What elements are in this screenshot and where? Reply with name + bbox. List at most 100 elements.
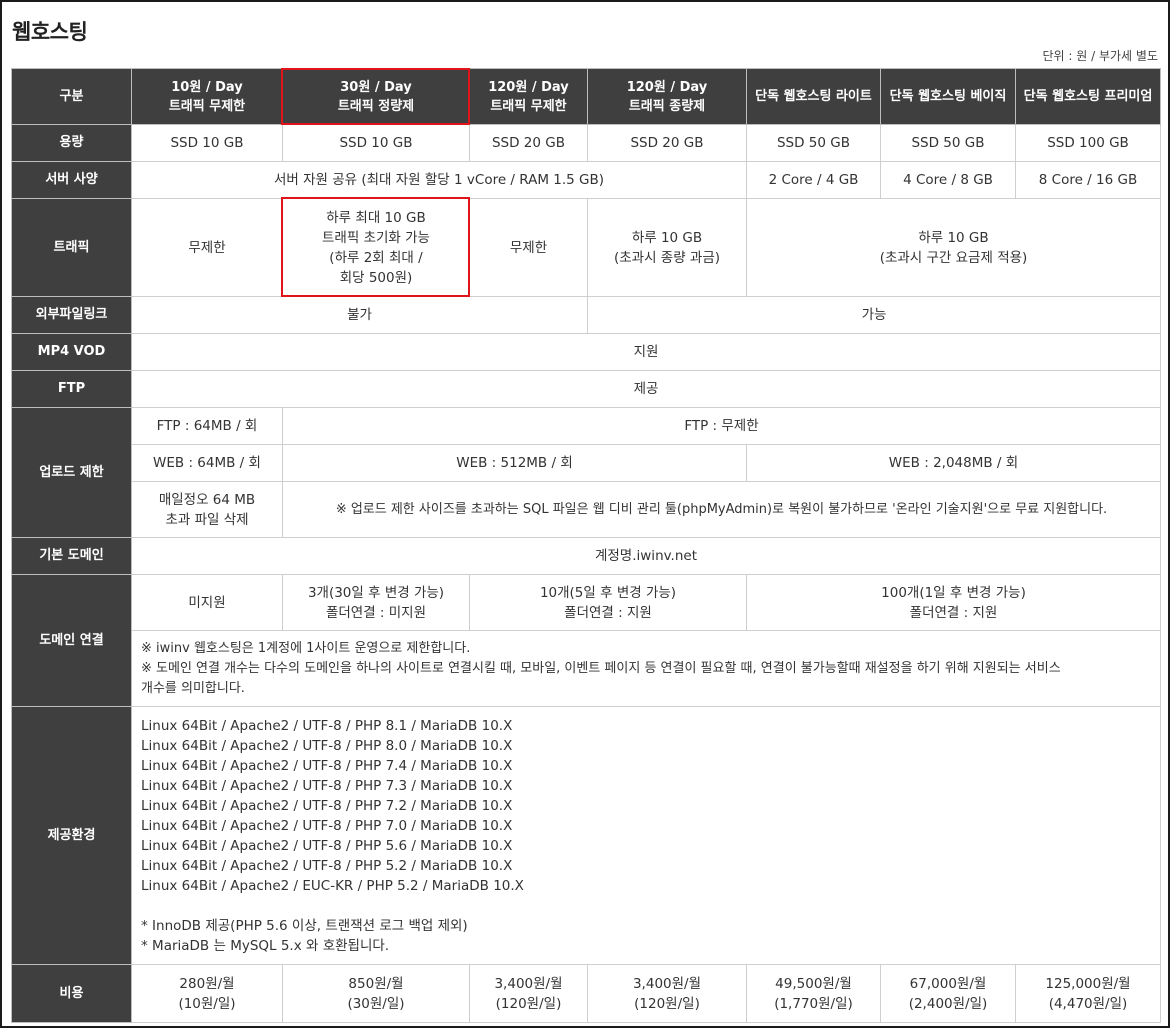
- cost-cell: 3,400원/월 (120원/일): [587, 964, 747, 1023]
- cost-cell: 850원/월 (30원/일): [282, 964, 470, 1023]
- server-lite-cell: 2 Core / 4 GB: [746, 161, 881, 199]
- domain-link-cell: 100개(1일 후 변경 가능) 폴더연결 : 지원: [746, 574, 1161, 631]
- upload-cell: FTP : 무제한: [282, 407, 1161, 445]
- cost-daily: (4,470원/일): [1048, 995, 1128, 1012]
- cost-daily: (120원/일): [634, 995, 700, 1012]
- env-note: * InnoDB 제공(PHP 5.6 이상, 트랜잭션 로그 백업 제외): [141, 917, 468, 934]
- row-label: 서버 사양: [11, 161, 132, 199]
- cost-cell: 49,500원/월 (1,770원/일): [746, 964, 881, 1023]
- domain-link-cell: 미지원: [131, 574, 283, 631]
- cost-cell: 125,000원/월 (4,470원/일): [1015, 964, 1161, 1023]
- row-label: FTP: [11, 370, 132, 408]
- plan-header-basic: 단독 웹호스팅 베이직: [880, 68, 1016, 125]
- traffic-cell-dedicated: 하루 10 GB (초과시 구간 요금제 적용): [746, 198, 1161, 297]
- mp4-cell: 지원: [131, 333, 1161, 371]
- domain-link-line: 폴더연결 : 지원: [564, 604, 652, 621]
- domain-notes-cell: ※ iwinv 웹호스팅은 1계정에 1사이트 운영으로 제한합니다. ※ 도메…: [131, 630, 1161, 707]
- plan-traffic: 트래픽 무제한: [490, 98, 567, 114]
- pricing-table: 구분 10원 / Day 트래픽 무제한 30원 / Day 트래픽 정량제 120…: [11, 68, 1161, 1023]
- cost-row: 비용 280원/월 (10원/일) 850원/월 (30원/일) 3,400원/월 (…: [11, 964, 1161, 1023]
- env-line: Linux 64Bit / Apache2 / UTF-8 / PHP 8.0 …: [141, 737, 513, 754]
- traffic-line: 회당 500원): [339, 269, 413, 286]
- row-label: 기본 도메인: [11, 537, 132, 575]
- upload-cell: FTP : 64MB / 회: [131, 407, 283, 445]
- ftp-cell: 제공: [131, 370, 1161, 408]
- env-spacer: [141, 896, 1156, 916]
- domain-link-line: 100개(1일 후 변경 가능): [881, 584, 1026, 601]
- traffic-cell-metered: 하루 10 GB (초과시 종량 과금): [587, 198, 747, 297]
- env-line: Linux 64Bit / Apache2 / UTF-8 / PHP 7.3 …: [141, 777, 513, 794]
- plan-header-1: 10원 / Day 트래픽 무제한: [131, 68, 283, 125]
- header-label: 구분: [11, 68, 132, 125]
- cost-monthly: 3,400원/월: [494, 975, 563, 992]
- server-row: 서버 사양 서버 자원 공유 (최대 자원 할당 1 vCore / RAM 1…: [11, 161, 1161, 199]
- server-premium-cell: 8 Core / 16 GB: [1015, 161, 1161, 199]
- upload-sql-note: ※ 업로드 제한 사이즈를 초과하는 SQL 파일은 웹 디비 관리 툴(php…: [282, 481, 1161, 538]
- plan-price: 10원 / Day: [171, 79, 243, 95]
- cost-daily: (1,770원/일): [774, 995, 853, 1012]
- upload-cell: WEB : 64MB / 회: [131, 444, 283, 482]
- upload-cell: WEB : 512MB / 회: [282, 444, 747, 482]
- row-label: 도메인 연결: [11, 574, 132, 707]
- row-label: 비용: [11, 964, 132, 1023]
- traffic-line: (초과시 구간 요금제 적용): [879, 249, 1028, 266]
- mp4-row: MP4 VOD 지원: [11, 333, 1161, 371]
- cost-monthly: 49,500원/월: [775, 975, 852, 992]
- env-line: Linux 64Bit / Apache2 / UTF-8 / PHP 7.0 …: [141, 817, 513, 834]
- upload-note-row: 매일정오 64 MB 초과 파일 삭제 ※ 업로드 제한 사이즈를 초과하는 S…: [12, 481, 1161, 538]
- domain-cell: 계정명.iwinv.net: [131, 537, 1161, 575]
- domain-row: 기본 도메인 계정명.iwinv.net: [11, 537, 1161, 575]
- row-label: 외부파일링크: [11, 296, 132, 334]
- plan-traffic: 트래픽 종량제: [628, 98, 706, 114]
- row-label: 트래픽: [11, 198, 132, 297]
- plan-traffic: 트래픽 무제한: [168, 98, 246, 114]
- external-link-row: 외부파일링크 불가 가능: [11, 296, 1161, 334]
- cost-monthly: 67,000원/월: [909, 975, 987, 992]
- cost-cell: 280원/월 (10원/일): [131, 964, 283, 1023]
- row-label: MP4 VOD: [11, 333, 132, 371]
- env-line: Linux 64Bit / Apache2 / UTF-8 / PHP 7.4 …: [141, 757, 513, 774]
- plan-header-premium: 단독 웹호스팅 프리미엄: [1015, 68, 1161, 125]
- cost-cell: 3,400원/월 (120원/일): [469, 964, 588, 1023]
- traffic-line: (하루 2회 최대 /: [329, 249, 423, 266]
- row-label: 업로드 제한: [11, 407, 132, 538]
- cost-daily: (10원/일): [178, 995, 236, 1012]
- server-basic-cell: 4 Core / 8 GB: [880, 161, 1016, 199]
- upload-line: 초과 파일 삭제: [165, 511, 249, 528]
- env-line: Linux 64Bit / Apache2 / EUC-KR / PHP 5.2…: [141, 877, 524, 894]
- upload-ftp-row: 업로드 제한 FTP : 64MB / 회 FTP : 무제한: [11, 407, 1161, 538]
- domain-link-row: 도메인 연결 미지원 3개(30일 후 변경 가능) 폴더연결 : 미지원 10…: [11, 574, 1161, 707]
- plan-price: 120원 / Day: [488, 79, 569, 95]
- env-line: Linux 64Bit / Apache2 / UTF-8 / PHP 5.6 …: [141, 837, 513, 854]
- env-line: Linux 64Bit / Apache2 / UTF-8 / PHP 8.1 …: [141, 717, 513, 734]
- traffic-line: 트래픽 초기화 가능: [322, 229, 430, 246]
- capacity-cell: SSD 100 GB: [1015, 124, 1161, 162]
- server-shared-cell: 서버 자원 공유 (최대 자원 할당 1 vCore / RAM 1.5 GB): [131, 161, 747, 199]
- domain-notes-row: ※ iwinv 웹호스팅은 1계정에 1사이트 운영으로 제한합니다. ※ 도메…: [12, 630, 1161, 707]
- cost-monthly: 850원/월: [348, 975, 404, 992]
- domain-note: 개수를 의미합니다.: [141, 680, 245, 696]
- capacity-cell: SSD 50 GB: [880, 124, 1016, 162]
- unit-note: 단위 : 원 / 부가세 별도: [1042, 49, 1158, 63]
- upload-line: 매일정오 64 MB: [158, 491, 256, 508]
- traffic-line: (초과시 종량 과금): [613, 249, 721, 266]
- env-note: * MariaDB 는 MySQL 5.x 와 호환됩니다.: [141, 937, 390, 954]
- env-line: Linux 64Bit / Apache2 / UTF-8 / PHP 5.2 …: [141, 857, 513, 874]
- plan-traffic: 트래픽 정량제: [337, 98, 415, 114]
- plan-price: 30원 / Day: [340, 79, 412, 95]
- header-row: 구분 10원 / Day 트래픽 무제한 30원 / Day 트래픽 정량제 120…: [11, 68, 1161, 125]
- domain-link-line: 10개(5일 후 변경 가능): [539, 584, 677, 601]
- domain-note: ※ 도메인 연결 개수는 다수의 도메인을 하나의 사이트로 연결시킬 때, 모…: [141, 660, 1061, 676]
- domain-link-line: 폴더연결 : 미지원: [325, 604, 427, 621]
- ftp-row: FTP 제공: [11, 370, 1161, 408]
- traffic-row: 트래픽 무제한 하루 최대 10 GB 트래픽 초기화 가능 (하루 2회 최대…: [11, 198, 1161, 297]
- plan-header-4: 120원 / Day 트래픽 종량제: [587, 68, 747, 125]
- env-cell: Linux 64Bit / Apache2 / UTF-8 / PHP 8.1 …: [131, 706, 1161, 965]
- capacity-cell: SSD 10 GB: [282, 124, 470, 162]
- traffic-cell: 무제한: [131, 198, 283, 297]
- cost-daily: (2,400원/일): [908, 995, 988, 1012]
- traffic-line: 하루 최대 10 GB: [326, 209, 426, 226]
- traffic-cell: 무제한: [469, 198, 588, 297]
- page-title: 웹호스팅: [12, 20, 88, 44]
- domain-note: ※ iwinv 웹호스팅은 1계정에 1사이트 운영으로 제한합니다.: [141, 640, 471, 656]
